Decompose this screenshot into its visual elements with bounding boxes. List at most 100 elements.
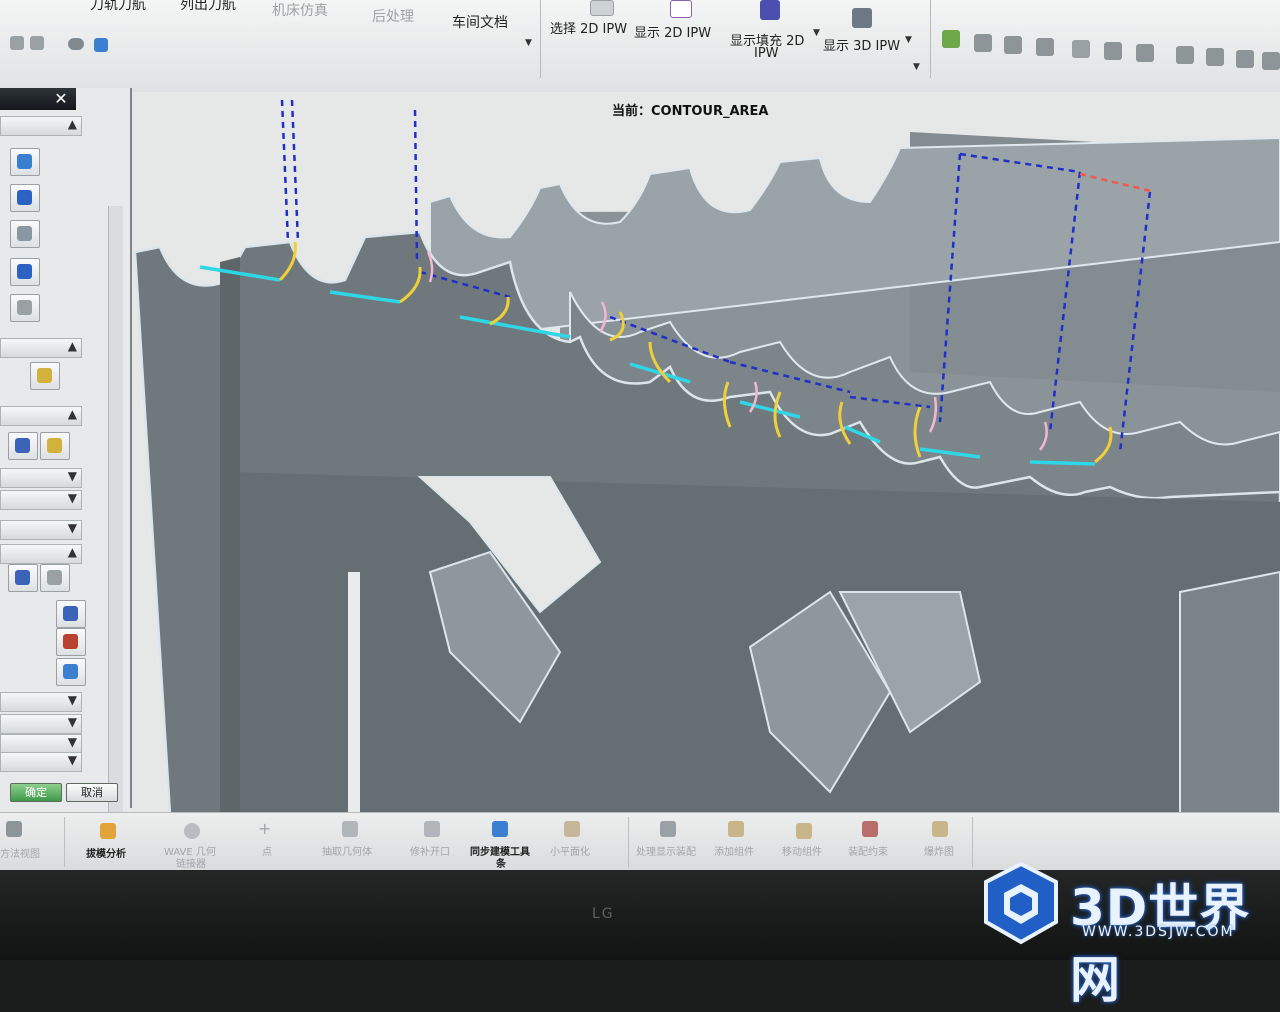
chevron-up-icon: ▲ — [67, 545, 77, 559]
tool-icon[interactable] — [1176, 46, 1194, 64]
tool-button[interactable] — [56, 658, 86, 686]
tool-button[interactable] — [56, 628, 86, 656]
chevron-down-icon[interactable]: ▼ — [905, 35, 912, 45]
cutter-icon — [17, 264, 32, 279]
add-component-button[interactable]: 添加组件 — [714, 843, 754, 858]
machine-sim-button[interactable]: 机床仿真 — [272, 0, 328, 20]
assembly-constraint-button[interactable]: 装配约束 — [848, 843, 888, 858]
watermark-title: 3D世界网 — [1070, 879, 1251, 1009]
show-fill-2d-ipw-icon — [760, 0, 780, 20]
display-assembly-button[interactable]: 处理显示装配 — [636, 843, 696, 858]
tab-toolpath-nav[interactable]: 刀轨刀航 — [90, 0, 146, 14]
tool-icon[interactable] — [1036, 38, 1054, 56]
facet-icon — [564, 821, 580, 837]
tool-icon[interactable] — [974, 34, 992, 52]
group-header[interactable]: ▼ — [0, 714, 82, 734]
tool-icon[interactable] — [1104, 42, 1122, 60]
tab-list-toolpath[interactable]: 列出刀航 — [180, 0, 236, 14]
patch-opening-icon — [424, 821, 440, 837]
tool-icon[interactable] — [1206, 48, 1224, 66]
display-assembly-icon — [660, 821, 676, 837]
tool-button[interactable] — [8, 432, 38, 460]
tool-icon[interactable] — [1262, 52, 1280, 70]
facet-button[interactable]: 小平面化 — [550, 843, 590, 858]
ribbon-toolbar: 刀轨刀航 列出刀航 机床仿真 后处理 车间文档 ▼ 选择 2D IPW 显示 2… — [0, 0, 1280, 93]
post-process-button[interactable]: 后处理 — [372, 6, 414, 26]
dialog-titlebar: ✕ — [0, 88, 76, 110]
watermark-url: WWW.3DSJW.COM — [1082, 924, 1235, 940]
tool-button[interactable] — [56, 600, 86, 628]
method-icon — [15, 438, 30, 453]
bottom-toolbar: 方法视图 拔模分析 WAVE 几何 链接器 + 点 抽取几何体 修补开口 同步建… — [0, 812, 1280, 871]
move-component-button[interactable]: 移动组件 — [782, 843, 822, 858]
chevron-down-icon: ▼ — [67, 753, 77, 767]
extract-geometry-button[interactable]: 抽取几何体 — [322, 843, 372, 858]
exploded-view-button[interactable]: 爆炸图 — [924, 843, 954, 858]
feeds-speeds-icon — [63, 634, 78, 649]
group-header[interactable]: ▼ — [0, 692, 82, 712]
tool-icon[interactable] — [1136, 44, 1154, 62]
draft-analysis-button[interactable]: 拔模分析 — [86, 845, 126, 860]
group-header[interactable]: ▼ — [0, 490, 82, 510]
check-icon[interactable] — [942, 30, 960, 48]
tool-button[interactable] — [10, 294, 40, 322]
wave-link-icon — [184, 823, 200, 839]
tool-button[interactable] — [40, 432, 70, 460]
cutting-params-icon — [15, 570, 30, 585]
generate-icon — [63, 664, 78, 679]
wrench-icon — [37, 368, 52, 383]
operation-dialog: ✕ ▲ ▲ ▲ ▼ ▼ ▼ ▲ ▼ ▼ ▼ ▼ 确定 取消 — [0, 88, 132, 856]
show-2d-ipw-icon — [670, 0, 692, 18]
tool-icon[interactable] — [30, 36, 44, 50]
cube-icon[interactable] — [94, 38, 108, 52]
tool-icon[interactable] — [10, 36, 24, 50]
group-header[interactable]: ▼ — [0, 468, 82, 488]
graphics-viewport[interactable]: 当前：CONTOUR_AREA — [130, 92, 1280, 814]
shape-icon[interactable] — [68, 38, 84, 50]
chevron-down-icon[interactable]: ▼ — [525, 38, 532, 48]
cam-model-view[interactable] — [130, 92, 1280, 814]
tool-button[interactable] — [30, 362, 60, 390]
tool-button[interactable] — [10, 148, 40, 176]
chevron-down-icon: ▼ — [67, 521, 77, 535]
flag-icon[interactable] — [1072, 40, 1090, 58]
cutter-icon — [17, 190, 32, 205]
side-plate — [1179, 570, 1280, 814]
cancel-button[interactable]: 取消 — [66, 783, 118, 802]
wrench-icon — [47, 438, 62, 453]
chevron-down-icon[interactable]: ▼ — [813, 28, 820, 38]
select-2d-ipw-button[interactable]: 选择 2D IPW — [550, 18, 627, 37]
wrench-icon — [47, 570, 62, 585]
ok-button[interactable]: 确定 — [10, 783, 62, 802]
tool-icon — [17, 226, 32, 241]
shop-docs-button[interactable]: 车间文档 — [452, 12, 508, 32]
tool-button[interactable] — [40, 564, 70, 592]
tool-icon[interactable] — [1004, 36, 1022, 54]
close-icon[interactable]: ✕ — [50, 90, 72, 108]
tool-button[interactable] — [8, 564, 38, 592]
group-header[interactable]: ▼ — [0, 752, 82, 772]
show-3d-ipw-button[interactable]: 显示 3D IPW — [823, 35, 900, 54]
monitor-screen: 刀轨刀航 列出刀航 机床仿真 后处理 车间文档 ▼ 选择 2D IPW 显示 2… — [0, 0, 1280, 905]
plate-thickness — [220, 257, 240, 814]
extract-geometry-icon — [342, 821, 358, 837]
tool-icon[interactable] — [1236, 50, 1254, 68]
select-2d-ipw-icon — [590, 0, 614, 16]
group-header[interactable]: ▼ — [0, 734, 82, 754]
group-header[interactable]: ▲ — [0, 544, 82, 564]
group-header[interactable]: ▲ — [0, 338, 82, 358]
dialog-scrollbar[interactable] — [108, 206, 123, 856]
group-header[interactable]: ▲ — [0, 116, 82, 136]
group-header[interactable]: ▲ — [0, 406, 82, 426]
patch-opening-button[interactable]: 修补开口 — [410, 843, 450, 858]
show-2d-ipw-button[interactable]: 显示 2D IPW — [634, 22, 711, 41]
chevron-down-icon[interactable]: ▼ — [913, 62, 920, 72]
method-view-button[interactable]: 方法视图 — [0, 845, 40, 860]
tool-button[interactable] — [10, 258, 40, 286]
tool-icon — [17, 300, 32, 315]
group-header[interactable]: ▼ — [0, 520, 82, 540]
exploded-view-icon — [932, 821, 948, 837]
tool-button[interactable] — [10, 184, 40, 212]
point-button[interactable]: 点 — [262, 843, 272, 858]
tool-button[interactable] — [10, 220, 40, 248]
